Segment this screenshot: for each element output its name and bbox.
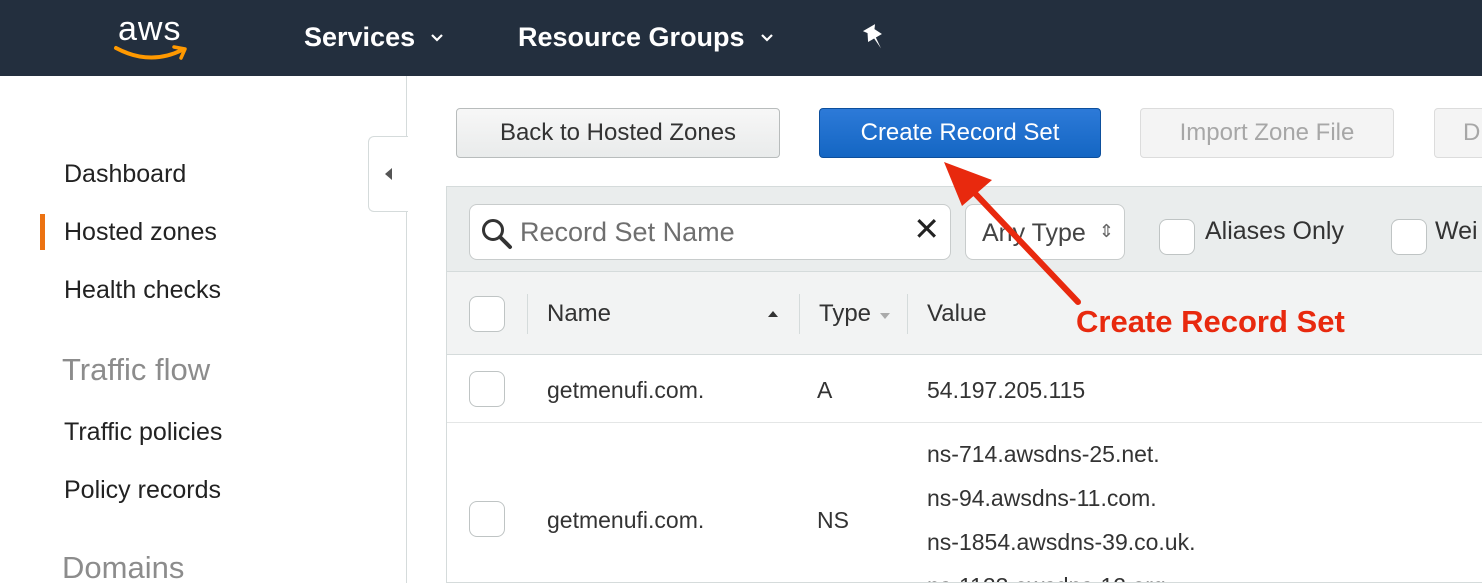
record-name: getmenufi.com. [547, 377, 705, 403]
record-name: getmenufi.com. [547, 507, 705, 533]
services-label: Services [304, 22, 416, 52]
active-indicator [40, 214, 45, 250]
column-header-name[interactable]: Name [547, 300, 611, 328]
annotation-label: Create Record Set [1076, 304, 1345, 339]
row-checkbox[interactable] [469, 501, 505, 537]
select-arrows-icon: ⇕ [1098, 221, 1114, 241]
record-sets-panel: Record Set Name ✕ Any Type ⇕ Aliases Onl… [446, 186, 1482, 583]
record-type: A [817, 377, 833, 403]
record-value: ns-714.awsdns-25.net. [927, 441, 1160, 467]
filter-bar: Record Set Name ✕ Any Type ⇕ Aliases Onl… [447, 187, 1482, 271]
resource-groups-menu[interactable]: Resource Groups [518, 22, 775, 53]
create-record-set-button[interactable]: Create Record Set [819, 108, 1101, 158]
type-filter-select[interactable]: Any Type ⇕ [965, 204, 1125, 260]
sidebar: Dashboard Hosted zones Health checks Tra… [0, 76, 407, 585]
record-value: ns-1854.awsdns-39.co.uk. [927, 529, 1196, 555]
weighted-only-checkbox[interactable] [1391, 219, 1427, 255]
sidebar-item-traffic-policies[interactable]: Traffic policies [64, 418, 222, 447]
delete-record-set-button[interactable]: D [1434, 108, 1482, 158]
services-menu[interactable]: Services [304, 22, 445, 53]
chevron-down-icon [760, 33, 773, 42]
column-divider [527, 294, 528, 334]
clear-search-icon[interactable]: ✕ [913, 213, 940, 245]
pin-icon[interactable] [862, 24, 888, 52]
table-row[interactable]: getmenufi.com. NS ns-714.awsdns-25.net. … [447, 423, 1482, 582]
chevron-down-icon [431, 33, 443, 42]
record-type: NS [817, 507, 849, 533]
sidebar-item-hosted-zones[interactable]: Hosted zones [64, 218, 217, 247]
column-divider [799, 294, 800, 334]
select-all-checkbox[interactable] [469, 296, 505, 332]
search-placeholder: Record Set Name [520, 217, 735, 247]
column-header-value[interactable]: Value [927, 300, 987, 328]
back-to-hosted-zones-button[interactable]: Back to Hosted Zones [456, 108, 780, 158]
search-icon [482, 219, 512, 249]
sidebar-item-dashboard[interactable]: Dashboard [64, 160, 186, 189]
aliases-only-checkbox[interactable] [1159, 219, 1195, 255]
type-filter-value: Any Type [982, 219, 1086, 247]
resource-groups-label: Resource Groups [518, 22, 745, 52]
aws-logo[interactable]: aws [112, 8, 202, 68]
record-value: ns-1123.awsdns-12.org. [927, 573, 1172, 582]
search-input[interactable]: Record Set Name ✕ [469, 204, 951, 260]
aliases-only-label: Aliases Only [1205, 217, 1344, 245]
record-value: 54.197.205.115 [927, 377, 1086, 403]
table-row[interactable]: getmenufi.com. A 54.197.205.115 [447, 355, 1482, 423]
sidebar-item-health-checks[interactable]: Health checks [64, 276, 221, 305]
import-zone-file-button[interactable]: Import Zone File [1140, 108, 1394, 158]
aws-smile-icon [114, 45, 187, 60]
sort-ascending-icon[interactable] [767, 310, 779, 318]
row-checkbox[interactable] [469, 371, 505, 407]
sidebar-item-policy-records[interactable]: Policy records [64, 476, 221, 505]
column-header-type[interactable]: Type [819, 300, 871, 328]
record-value: ns-94.awsdns-11.com. [927, 485, 1157, 511]
sort-icon[interactable] [879, 312, 891, 320]
caret-left-icon [385, 168, 392, 180]
top-navigation-bar: aws Services Resource Groups [0, 0, 1482, 76]
sidebar-section-traffic-flow: Traffic flow [62, 352, 211, 387]
sidebar-section-domains: Domains [62, 550, 185, 585]
weighted-only-label: Wei [1435, 217, 1478, 245]
column-divider [907, 294, 908, 334]
collapse-sidebar-button[interactable] [368, 136, 408, 212]
